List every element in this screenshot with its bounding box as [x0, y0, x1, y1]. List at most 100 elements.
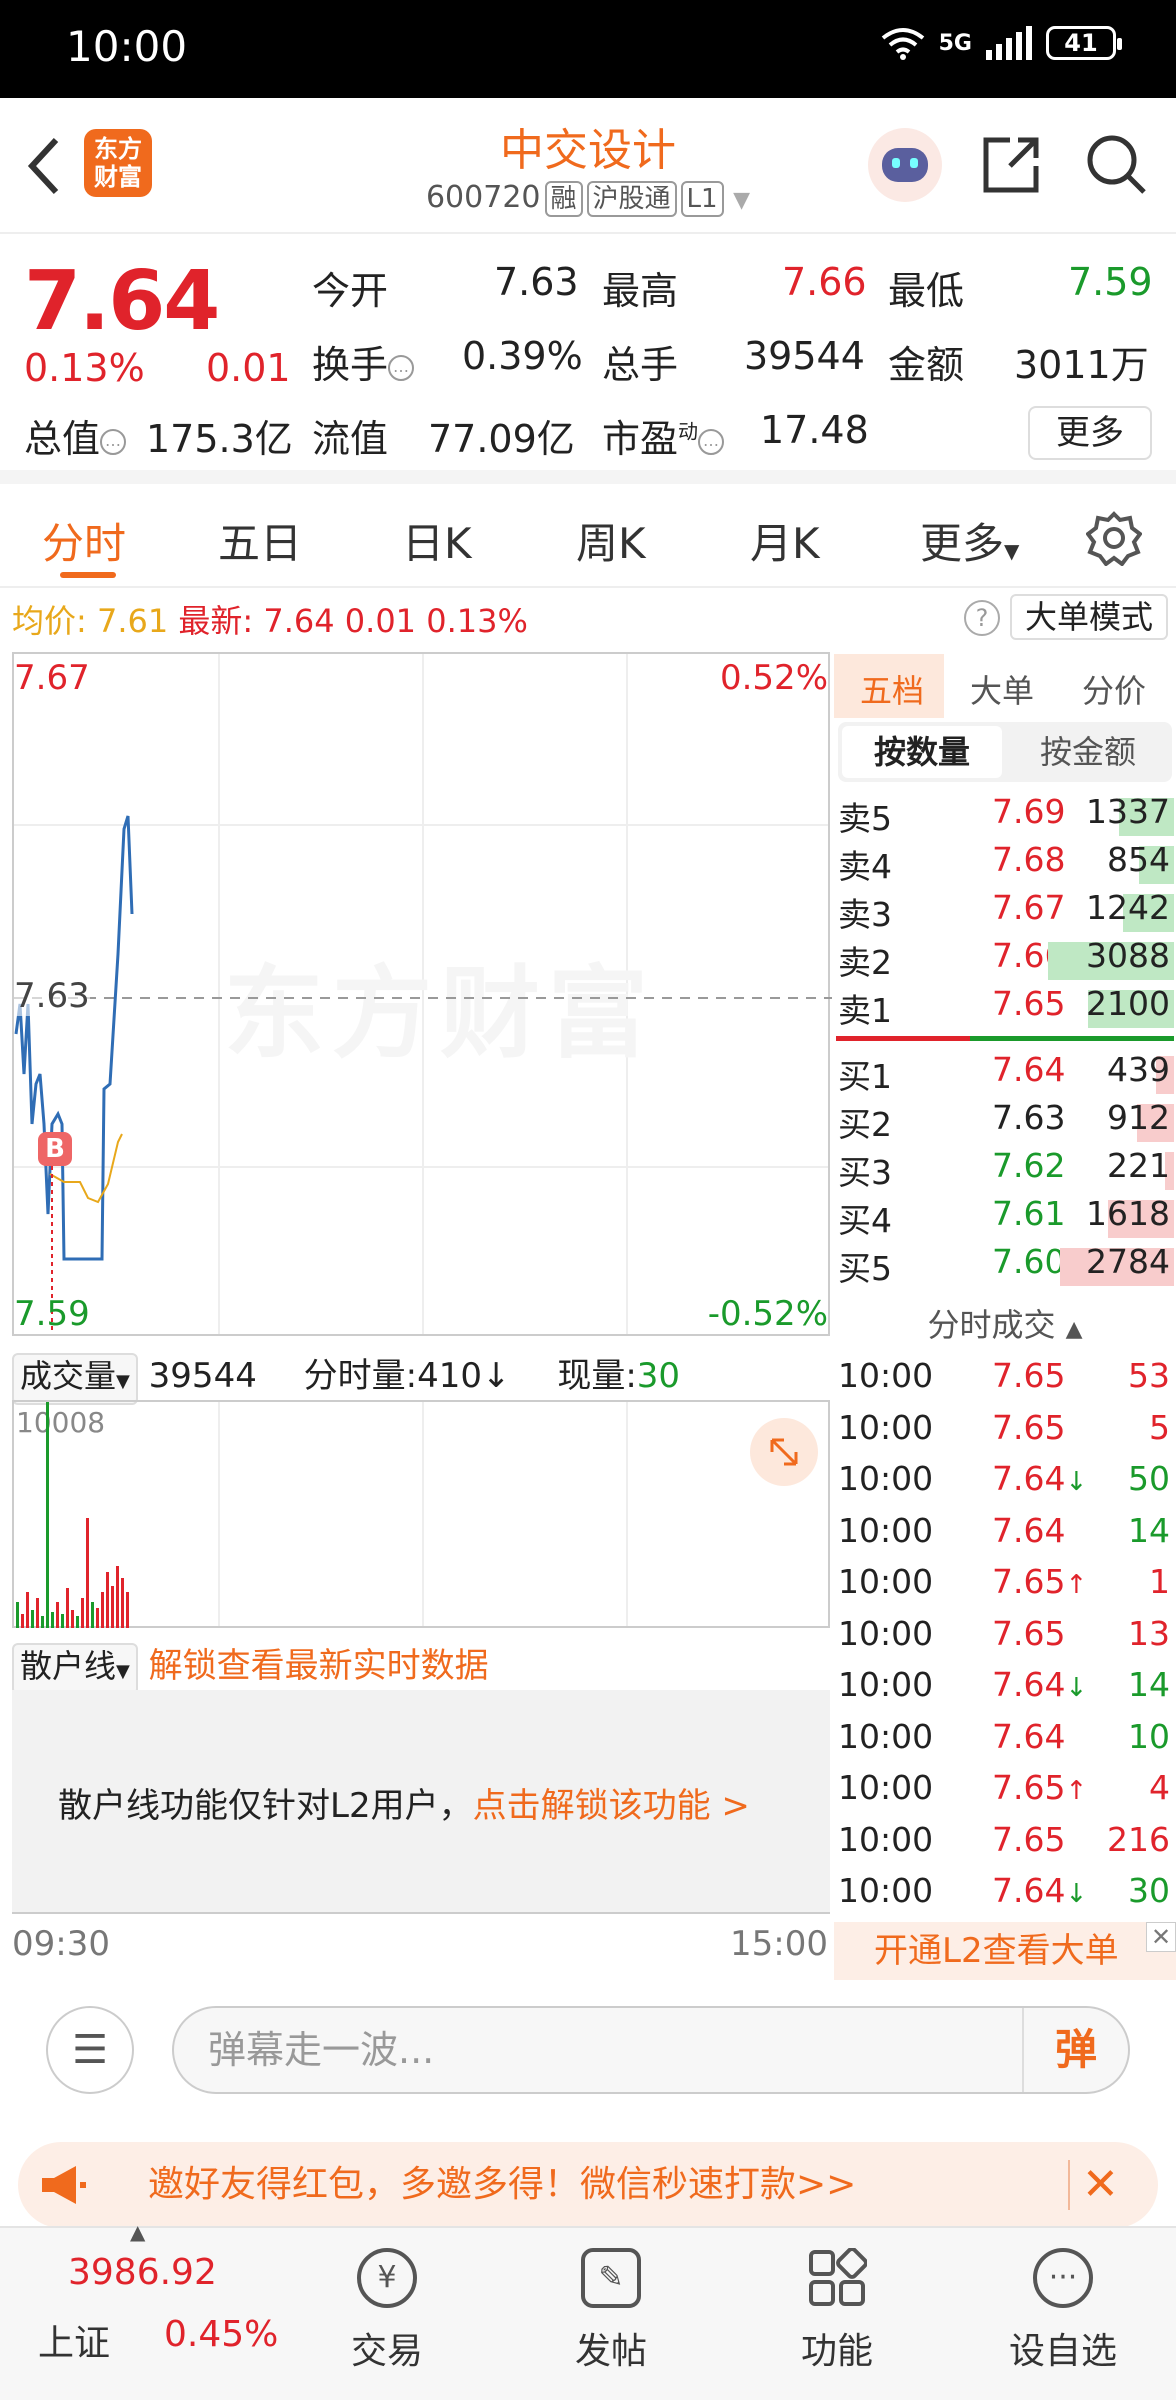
tab-more-label: 更多	[920, 519, 1005, 568]
danmu-toggle-button[interactable]: 弹	[1022, 2008, 1128, 2092]
close-icon[interactable]: ✕	[1146, 1922, 1176, 1952]
tick-price: 7.65	[992, 1614, 1065, 1653]
tab-daily-k[interactable]: 日K	[402, 510, 472, 571]
level-qty: 912	[1107, 1098, 1170, 1137]
turnover-label[interactable]: 换手…	[312, 334, 415, 389]
tick-row: 10:00 7.65 13	[834, 1614, 1176, 1666]
intraday-chart[interactable]: 东方财富 B 7.67 0.52% 7.63 7.59 -0.52%	[12, 652, 832, 1336]
tag-margin: 融	[544, 181, 583, 217]
volume-dropdown-label: 成交量	[20, 1357, 117, 1395]
price-info-line: 均价: 7.61 最新: 7.64 0.01 0.13% ? 大单模式	[0, 590, 1176, 646]
bid-row[interactable]: 买2 7.63 912	[834, 1098, 1176, 1146]
tick-row: 10:00 7.64↓ 14	[834, 1665, 1176, 1717]
nav-functions[interactable]: 功能	[762, 2228, 912, 2374]
tick-price: 7.65	[992, 1356, 1065, 1395]
change-pct: 0.13%	[24, 346, 145, 390]
tick-volume: 14	[1128, 1665, 1170, 1704]
ask-row[interactable]: 卖4 7.68 854	[834, 840, 1176, 888]
chart-top-price: 7.67	[14, 658, 90, 698]
tab-big-orders[interactable]: 大单	[970, 666, 1034, 712]
tick-price: 7.64	[992, 1511, 1065, 1550]
retail-notice: 散户线功能仅针对L2用户，	[58, 1786, 473, 1826]
tick-row: 10:00 7.65↑ 1	[834, 1562, 1176, 1614]
bid-row[interactable]: 买5 7.60 2784	[834, 1242, 1176, 1290]
tag-level: L1	[680, 181, 724, 217]
nav-watchlist[interactable]: ··· 设自选	[988, 2228, 1138, 2374]
volume-chart[interactable]: 10008	[12, 1400, 830, 1628]
level-label: 卖4	[838, 847, 892, 886]
more-quote-button[interactable]: 更多	[1028, 406, 1152, 460]
index-pct[interactable]: 0.45%	[164, 2314, 278, 2355]
price-line-chart	[14, 815, 832, 1334]
ask-row[interactable]: 卖3 7.67 1242	[834, 888, 1176, 936]
ask-row[interactable]: 卖1 7.65 2100	[834, 984, 1176, 1032]
retail-dropdown[interactable]: 散户线▼	[12, 1643, 138, 1695]
index-value[interactable]: 3986.92	[68, 2252, 217, 2293]
pe-label[interactable]: 市盈动…	[602, 408, 725, 463]
period-tabs: 分时 五日 日K 周K 月K 更多▼	[0, 484, 1176, 588]
nav-post[interactable]: ✎ 发帖	[536, 2228, 686, 2374]
tick-price-value: 7.64	[992, 1871, 1066, 1910]
more-dots-icon: ···	[1033, 2248, 1093, 2308]
volume-dropdown[interactable]: 成交量▼	[12, 1353, 138, 1405]
big-order-mode-button[interactable]: 大单模式	[1010, 594, 1168, 640]
robot-icon[interactable]	[868, 128, 942, 202]
latest-label: 最新:	[178, 602, 254, 640]
ticks-header[interactable]: 分时成交 ▲	[834, 1300, 1176, 1346]
index-name[interactable]: 上证	[38, 2314, 110, 2366]
expand-icon[interactable]	[750, 1418, 818, 1486]
volume-total: 39544	[148, 1356, 257, 1396]
chart-bottom-price: 7.59	[14, 1294, 90, 1334]
avg-label: 均价:	[12, 602, 87, 640]
ask-row[interactable]: 卖2 7.66 3088	[834, 936, 1176, 984]
tick-price-value: 7.64	[992, 1459, 1066, 1498]
tick-price: 7.64↓	[992, 1871, 1087, 1910]
tab-five-day[interactable]: 五日	[218, 510, 302, 571]
comment-settings-icon[interactable]: ☰	[46, 2006, 134, 2094]
toggle-by-amount[interactable]: 按金额	[1008, 726, 1168, 778]
level-qty: 1337	[1086, 792, 1170, 831]
level-price: 7.67	[992, 888, 1066, 927]
buy-marker[interactable]: B	[38, 1132, 72, 1166]
search-icon[interactable]	[1084, 132, 1148, 196]
tab-five-levels[interactable]: 五档	[860, 666, 924, 712]
tab-price-dist[interactable]: 分价	[1082, 666, 1146, 712]
tick-row: 10:00 7.64↓ 50	[834, 1459, 1176, 1511]
bid-row[interactable]: 买3 7.62 221	[834, 1146, 1176, 1194]
tick-volume: 14	[1128, 1510, 1170, 1550]
minute-volume: 410↓	[417, 1356, 511, 1396]
tick-price: 7.65↑	[992, 1768, 1087, 1807]
active-tab-indicator	[60, 572, 116, 578]
l2-banner[interactable]: 开通L2查看大单	[834, 1922, 1176, 1980]
grid-icon	[807, 2247, 868, 2308]
retail-line-section: 散户线▼ 解锁查看最新实时数据 散户线功能仅针对L2用户，点击解锁该功能 >	[12, 1630, 830, 1916]
ask-row[interactable]: 卖5 7.69 1337	[834, 792, 1176, 840]
share-icon[interactable]	[980, 132, 1044, 196]
bid-row[interactable]: 买1 7.64 439	[834, 1050, 1176, 1098]
nav-trade[interactable]: ¥ 交易	[312, 2228, 462, 2374]
level-qty: 854	[1107, 840, 1170, 879]
network-type: 5G	[938, 30, 972, 56]
tick-price-value: 7.64	[992, 1716, 1066, 1756]
danmu-placeholder: 弹幕走一波...	[208, 2028, 435, 2072]
qty-amount-toggle: 按数量 按金额	[838, 722, 1172, 782]
battery-level: 41	[1064, 29, 1098, 57]
danmu-input[interactable]: 弹幕走一波... 弹	[172, 2006, 1130, 2094]
settings-icon[interactable]	[1086, 510, 1142, 566]
close-icon[interactable]: ✕	[1082, 2142, 1119, 2228]
open-label: 今开	[312, 269, 389, 313]
mktcap-label[interactable]: 总值…	[24, 408, 127, 463]
tick-row: 10:00 7.65 216	[834, 1820, 1176, 1872]
tab-weekly-k[interactable]: 周K	[576, 510, 646, 571]
tag-connect: 沪股通	[586, 181, 677, 217]
tab-more[interactable]: 更多▼	[920, 510, 1019, 571]
toggle-by-quantity[interactable]: 按数量	[842, 726, 1002, 778]
help-icon[interactable]: ?	[964, 600, 1000, 636]
tab-monthly-k[interactable]: 月K	[750, 510, 820, 571]
tab-intraday[interactable]: 分时	[42, 510, 126, 571]
promo-banner[interactable]: 邀好友得红包，多邀多得！微信秒速打款>> ✕	[18, 2142, 1158, 2228]
retail-unlock-link[interactable]: 点击解锁该功能 >	[473, 1786, 750, 1826]
bid-row[interactable]: 买4 7.61 1618	[834, 1194, 1176, 1242]
tick-row: 10:00 7.65↑ 4	[834, 1768, 1176, 1820]
unlock-link[interactable]: 解锁查看最新实时数据	[149, 1646, 489, 1686]
